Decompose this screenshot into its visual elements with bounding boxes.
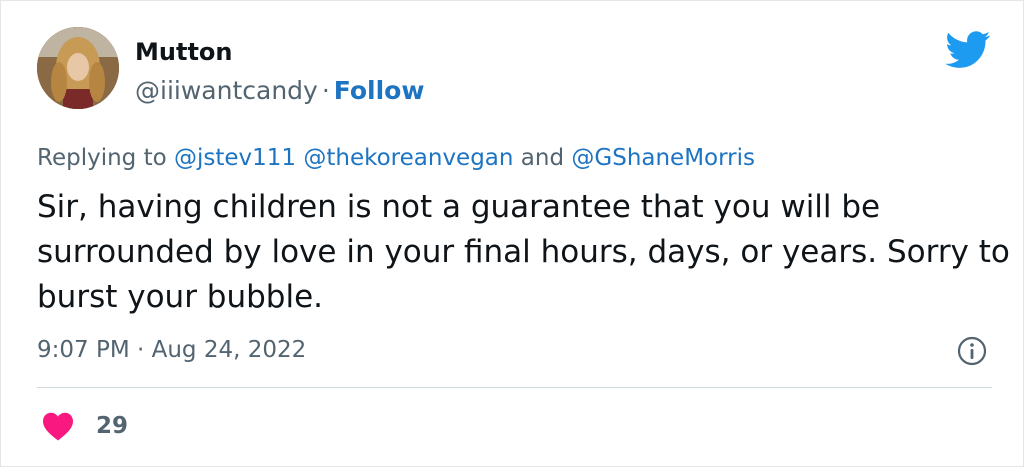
tweet-timestamp[interactable]: 9:07 PM · Aug 24, 2022 [37, 335, 306, 365]
handle-row: @iiiwantcandy · Follow [135, 75, 424, 107]
display-name[interactable]: Mutton [135, 37, 233, 67]
replying-prefix: Replying to [37, 145, 167, 171]
separator-dot: · [321, 76, 330, 105]
mention-link[interactable]: @thekoreanvegan [303, 145, 513, 171]
replying-to: Replying to @jstev111 @thekoreanvegan an… [37, 143, 755, 173]
follow-link[interactable]: Follow [334, 76, 425, 105]
like-count: 29 [96, 413, 129, 439]
heart-icon[interactable] [41, 411, 75, 441]
replying-conjunction: and [520, 145, 565, 171]
avatar-image [37, 27, 119, 109]
divider [37, 387, 992, 388]
twitter-bird-icon[interactable] [945, 31, 991, 69]
info-icon[interactable] [956, 335, 988, 367]
mention-link[interactable]: @GShaneMorris [571, 145, 755, 171]
avatar[interactable] [37, 27, 119, 109]
tweet-card: Mutton @iiiwantcandy · Follow Replying to … [0, 0, 1024, 467]
tweet-text: Sir, having children is not a guarantee … [37, 189, 1010, 315]
mention-link[interactable]: @jstev111 [174, 145, 296, 171]
user-handle[interactable]: @iiiwantcandy [135, 76, 318, 105]
